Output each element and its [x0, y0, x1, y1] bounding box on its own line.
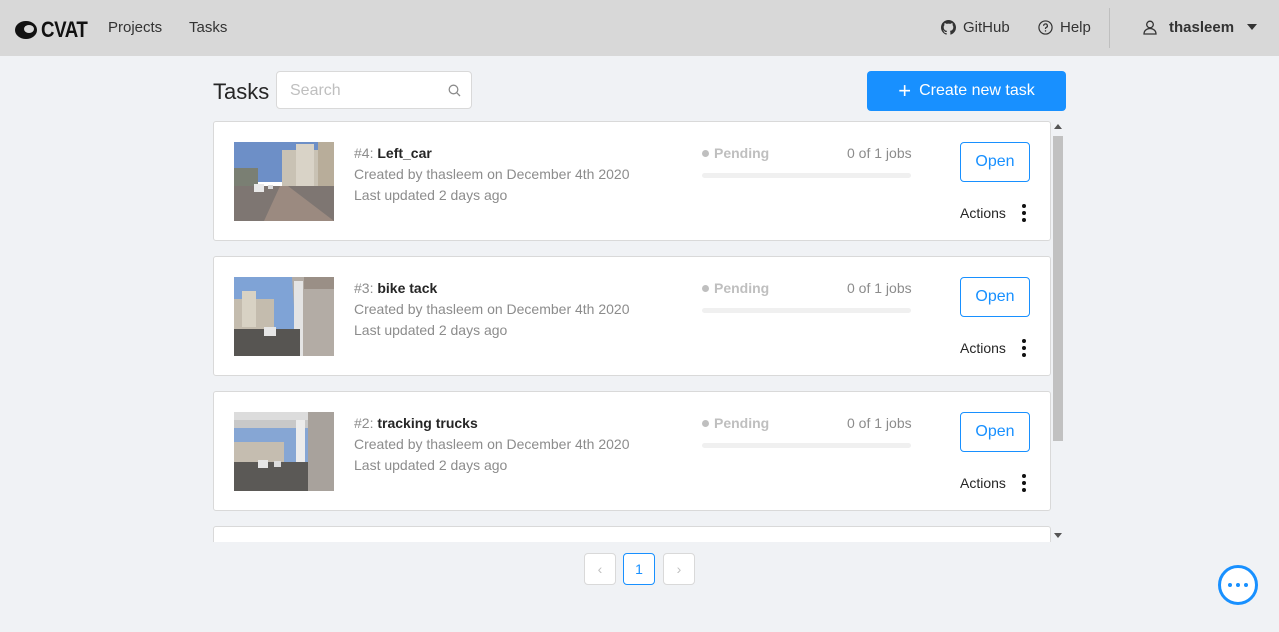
task-progress-bar [702, 173, 911, 178]
task-jobs-count: 0 of 1 jobs [847, 415, 912, 431]
task-updated: Last updated 2 days ago [354, 187, 508, 203]
search-box[interactable] [276, 71, 472, 109]
task-list: #4: Left_car Created by thasleem on Dece… [213, 121, 1051, 542]
scroll-down-arrow[interactable] [1054, 533, 1062, 538]
chat-icon[interactable] [1218, 565, 1258, 605]
github-icon [941, 20, 956, 35]
plus-icon: + [898, 78, 912, 103]
task-status: Pending [702, 280, 769, 296]
logo-text: CVAT [41, 17, 88, 42]
status-dot [702, 419, 709, 427]
task-progress-bar [702, 443, 911, 448]
list-scrollbar[interactable] [1053, 124, 1064, 542]
status-label: Pending [714, 145, 770, 161]
actions-label: Actions [960, 205, 1006, 221]
header-divider [1109, 8, 1110, 48]
task-id: #3: [354, 280, 374, 296]
task-title: #4: Left_car [354, 145, 432, 161]
pagination-next[interactable]: › [663, 553, 695, 585]
status-label: Pending [714, 280, 770, 296]
nav-tasks[interactable]: Tasks [189, 19, 227, 36]
task-created: Created by thasleem on December 4th 2020 [354, 166, 630, 182]
task-name: bike tack [377, 280, 438, 296]
create-new-task-button[interactable]: + Create new task [867, 71, 1066, 111]
nav-projects[interactable]: Projects [108, 19, 162, 36]
page-title: Tasks [213, 79, 270, 104]
task-name: Left_car [377, 145, 432, 161]
task-actions-menu[interactable]: Actions [960, 204, 1026, 222]
status-dot [702, 149, 709, 157]
task-item: #4: Left_car Created by thasleem on Dece… [213, 121, 1051, 241]
actions-label: Actions [960, 475, 1006, 491]
username: thasleem [1169, 19, 1235, 36]
scroll-thumb[interactable] [1053, 136, 1063, 441]
task-status: Pending [702, 415, 769, 431]
actions-label: Actions [960, 340, 1006, 356]
task-title: #2: tracking trucks [354, 415, 478, 431]
more-vertical-icon [1021, 474, 1026, 492]
task-name: tracking trucks [377, 415, 478, 431]
task-jobs-count: 0 of 1 jobs [847, 280, 912, 296]
task-item: #2: tracking trucks Created by thasleem … [213, 391, 1051, 511]
more-vertical-icon [1021, 339, 1026, 357]
task-actions-menu[interactable]: Actions [960, 339, 1026, 357]
open-task-button[interactable]: Open [960, 412, 1030, 452]
task-updated: Last updated 2 days ago [354, 322, 508, 338]
task-id: #2: [354, 415, 374, 431]
status-label: Pending [714, 415, 770, 431]
task-progress-bar [702, 308, 911, 313]
task-status: Pending [702, 145, 769, 161]
caret-down-icon [1247, 24, 1258, 30]
task-item: #3: bike tack Created by thasleem on Dec… [213, 256, 1051, 376]
github-link[interactable]: GitHub [941, 19, 1010, 36]
task-preview-image[interactable] [234, 412, 334, 491]
top-header: CVAT Projects Tasks GitHub Help thasleem [0, 0, 1279, 56]
pagination-prev[interactable]: ‹ [584, 553, 616, 585]
scroll-up-arrow[interactable] [1054, 124, 1062, 129]
more-vertical-icon [1021, 204, 1026, 222]
user-menu[interactable]: thasleem [1143, 19, 1258, 36]
task-preview-image[interactable] [234, 277, 334, 356]
task-title: #3: bike tack [354, 280, 437, 296]
user-icon [1143, 20, 1157, 35]
cvat-logo[interactable]: CVAT [14, 17, 96, 43]
open-task-button[interactable]: Open [960, 277, 1030, 317]
search-input[interactable] [288, 81, 442, 101]
task-created: Created by thasleem on December 4th 2020 [354, 436, 630, 452]
search-icon[interactable] [448, 84, 461, 97]
task-item-partial [213, 526, 1051, 542]
help-icon [1038, 20, 1053, 35]
open-task-button[interactable]: Open [960, 142, 1030, 182]
create-button-label: Create new task [919, 82, 1035, 99]
task-created: Created by thasleem on December 4th 2020 [354, 301, 630, 317]
help-label: Help [1060, 19, 1091, 36]
pagination-page-1[interactable]: 1 [623, 553, 655, 585]
task-jobs-count: 0 of 1 jobs [847, 145, 912, 161]
status-dot [702, 284, 709, 292]
github-label: GitHub [963, 19, 1010, 36]
task-updated: Last updated 2 days ago [354, 457, 508, 473]
task-actions-menu[interactable]: Actions [960, 474, 1026, 492]
cvat-logo-icon [15, 21, 37, 39]
help-link[interactable]: Help [1038, 19, 1091, 36]
task-id: #4: [354, 145, 374, 161]
task-preview-image[interactable] [234, 142, 334, 221]
